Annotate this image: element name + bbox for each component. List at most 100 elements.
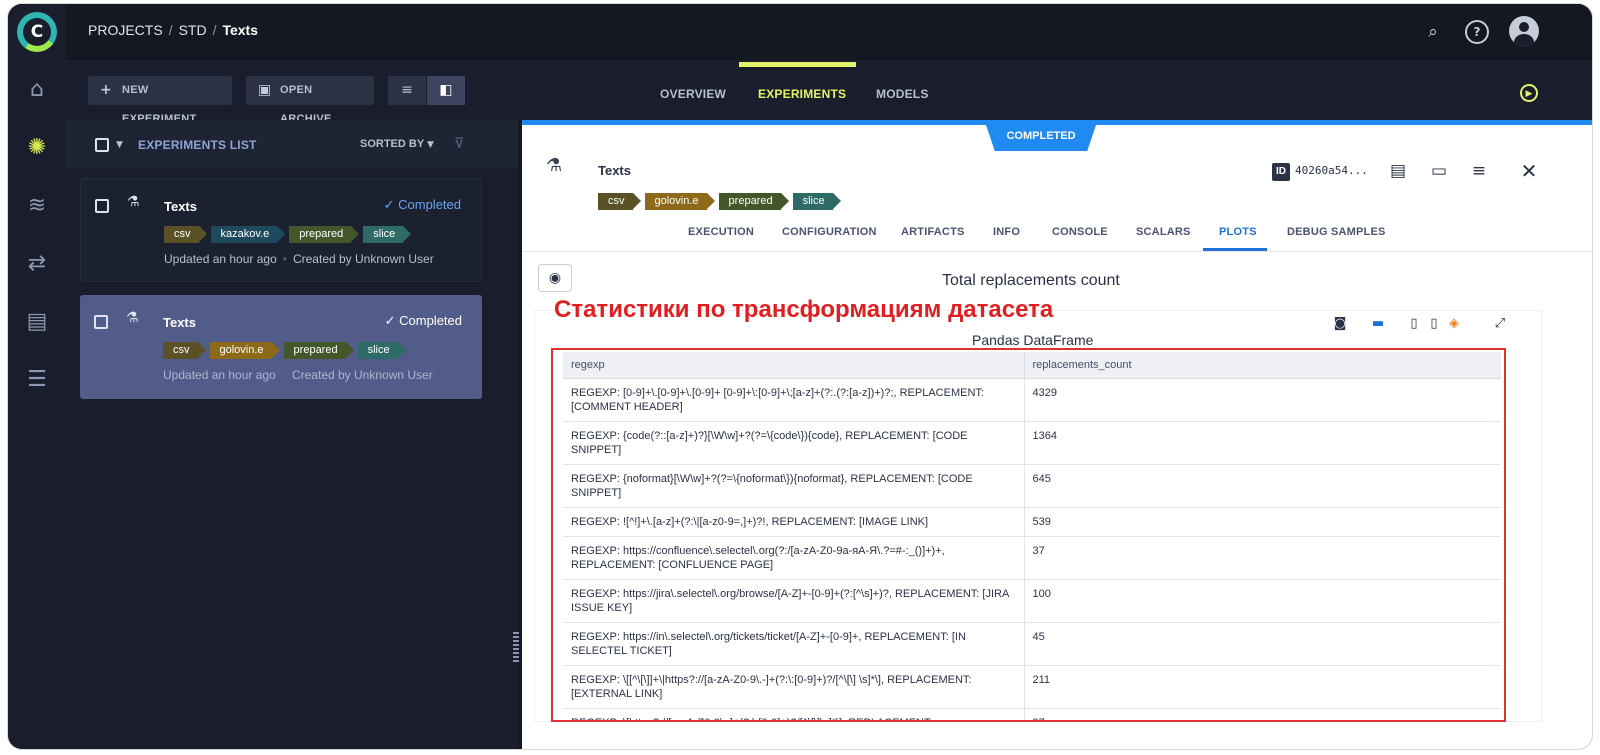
- experiment-card-selected[interactable]: ⚗ Texts ✓ Completed csv golovin.e prepar…: [80, 295, 482, 399]
- table-header-row: regexp replacements_count: [563, 352, 1501, 379]
- search-icon[interactable]: ⌕: [1421, 20, 1445, 44]
- tag[interactable]: slice: [363, 226, 412, 243]
- info-panel-icon[interactable]: ▤: [1387, 161, 1409, 181]
- open-archive-button[interactable]: ▣ OPEN ARCHIVE: [246, 76, 374, 125]
- details-view-icon[interactable]: ◧: [427, 76, 465, 105]
- breadcrumb-projects[interactable]: PROJECTS: [88, 22, 163, 38]
- reports-icon[interactable]: ▤: [23, 308, 51, 336]
- eye-icon[interactable]: ◉: [538, 264, 572, 292]
- count-cell: 645: [1024, 464, 1501, 508]
- close-icon[interactable]: ✕: [1518, 161, 1540, 181]
- tab-overview[interactable]: OVERVIEW: [660, 87, 726, 101]
- experiment-name: Texts: [164, 199, 197, 214]
- list-view-icon[interactable]: ≡: [388, 76, 426, 105]
- breadcrumb-std[interactable]: STD: [179, 22, 207, 38]
- regexp-cell: REGEXP: https://in\.selectel\.org/ticket…: [563, 622, 1025, 666]
- tag[interactable]: slice: [357, 342, 406, 359]
- clearml-logo[interactable]: C: [17, 12, 57, 52]
- tag-icon[interactable]: ▬: [1370, 316, 1386, 332]
- icon-rail: C ⌂ ✺ ≋ ⇄ ▤ ☰: [8, 4, 66, 749]
- row-checkbox[interactable]: [94, 315, 108, 329]
- plot-subtitle: Pandas DataFrame: [972, 332, 1094, 348]
- tab-plots[interactable]: PLOTS: [1219, 226, 1257, 238]
- tab-console[interactable]: CONSOLE: [1052, 226, 1108, 238]
- layers-icon[interactable]: ≋: [23, 192, 51, 220]
- experiment-title: Texts: [598, 163, 631, 178]
- table-row: REGEXP: {noformat}[\W\w]+?(?=\{noformat\…: [563, 464, 1501, 508]
- pipelines-icon[interactable]: ⇄: [23, 250, 51, 278]
- table-row: REGEXP: {code(?::[a-z]+)?}[\W\w]+?(?=\{c…: [563, 421, 1501, 465]
- tag[interactable]: kazakov.e: [210, 226, 285, 243]
- row-checkbox[interactable]: [95, 199, 109, 213]
- breadcrumb: PROJECTS / STD / Texts: [88, 22, 259, 38]
- breadcrumb-current: Texts: [222, 22, 259, 38]
- tag[interactable]: prepared: [718, 193, 789, 210]
- tag[interactable]: prepared: [283, 342, 354, 359]
- datasets-icon[interactable]: ☰: [23, 366, 51, 394]
- tab-info[interactable]: INFO: [993, 226, 1020, 238]
- experiment-id[interactable]: ID 40260a54...: [1272, 162, 1368, 181]
- camera-icon[interactable]: ◙: [1332, 316, 1348, 332]
- regexp-cell: REGEXP: {code(?::[a-z]+)?}[\W\w]+?(?=\{c…: [563, 421, 1025, 465]
- tab-models[interactable]: MODELS: [876, 87, 929, 101]
- help-icon[interactable]: ?: [1465, 20, 1489, 44]
- tab-experiments[interactable]: EXPERIMENTS: [758, 87, 846, 101]
- new-experiment-button[interactable]: + NEW EXPERIMENT: [88, 76, 232, 125]
- tag[interactable]: slice: [792, 193, 841, 210]
- count-cell: 539: [1024, 507, 1501, 537]
- table-row: REGEXP: https://confluence\.selectel\.or…: [563, 536, 1501, 580]
- count-cell: 97: [1024, 708, 1501, 720]
- archive-icon: ▣: [258, 82, 272, 98]
- tab-execution[interactable]: EXECUTION: [688, 226, 754, 238]
- user-avatar-icon[interactable]: [1509, 16, 1539, 46]
- select-all-checkbox[interactable]: [95, 138, 109, 152]
- chevron-down-icon[interactable]: ▼: [116, 140, 123, 150]
- tab-debug-samples[interactable]: DEBUG SAMPLES: [1287, 226, 1386, 238]
- table-row: REGEXP: https://in\.selectel\.org/ticket…: [563, 622, 1501, 666]
- chart-view-icon[interactable]: ▭: [1428, 161, 1450, 181]
- sync-icon[interactable]: ▶: [1520, 84, 1538, 102]
- status-badge: ✓ Completed: [384, 313, 462, 328]
- tag[interactable]: golovin.e: [209, 342, 280, 359]
- regexp-cell: REGEXP: [0-9]+\.[0-9]+\.[0-9]+ [0-9]+\:[…: [563, 378, 1025, 422]
- regexp-cell: REGEXP: {noformat}[\W\w]+?(?=\{noformat\…: [563, 464, 1025, 508]
- nav-active-indicator: [739, 62, 856, 67]
- home-icon[interactable]: ⌂: [23, 76, 51, 104]
- experiment-card[interactable]: ⚗ Texts ✓ Completed csv kazakov.e prepar…: [80, 178, 482, 282]
- plus-icon: +: [100, 82, 113, 98]
- app-window: C ⌂ ✺ ≋ ⇄ ▤ ☰ PROJECTS / STD / Texts ⌕ ? + NE…: [8, 4, 1592, 749]
- column-header: replacements_count: [1024, 352, 1501, 379]
- tab-configuration[interactable]: CONFIGURATION: [782, 226, 877, 238]
- tag[interactable]: prepared: [289, 226, 360, 243]
- status-ribbon: COMPLETED: [986, 125, 1096, 151]
- regexp-cell: REGEXP: ![^!]+\.[a-z]+(?:\|[a-z0-9=,]+)?…: [563, 507, 1025, 537]
- expand-icon[interactable]: ⤢: [1492, 316, 1508, 332]
- regexp-cell: REGEXP: https://confluence\.selectel\.or…: [563, 536, 1025, 580]
- status-badge: ✓ Completed: [383, 197, 461, 212]
- tab-artifacts[interactable]: ARTIFACTS: [901, 226, 965, 238]
- csv-download-icon[interactable]: ▯: [1406, 316, 1422, 332]
- dataframe-table: regexp replacements_count REGEXP: [0-9]+…: [563, 352, 1501, 720]
- top-bar: PROJECTS / STD / Texts ⌕ ?: [66, 4, 1592, 60]
- html-download-icon[interactable]: ◈: [1446, 316, 1462, 332]
- plot-title: Total replacements count: [942, 272, 1120, 289]
- tag[interactable]: golovin.e: [644, 193, 715, 210]
- tag[interactable]: csv: [598, 193, 640, 210]
- column-header: regexp: [563, 352, 1025, 379]
- list-header: ▼ EXPERIMENTS LIST SORTED BY ▼ ⊽: [66, 120, 518, 168]
- filter-icon[interactable]: ⊽: [454, 136, 464, 152]
- count-cell: 4329: [1024, 378, 1501, 422]
- menu-icon[interactable]: ≡: [1468, 161, 1490, 181]
- json-download-icon[interactable]: ▯: [1426, 316, 1442, 332]
- resize-handle[interactable]: [513, 632, 519, 662]
- experiment-name: Texts: [163, 315, 196, 330]
- flask-icon: ⚗: [127, 194, 140, 210]
- tab-scalars[interactable]: SCALARS: [1136, 226, 1191, 238]
- regexp-cell: REGEXP: https://jira\.selectel\.org/brow…: [563, 579, 1025, 623]
- tag[interactable]: csv: [164, 226, 206, 243]
- brain-icon[interactable]: ✺: [23, 134, 51, 162]
- tag[interactable]: csv: [163, 342, 205, 359]
- sorted-by-dropdown[interactable]: SORTED BY ▼: [360, 138, 434, 150]
- regexp-cell: REGEXP: \[[^\[\]]+\|https?://[a-zA-Z0-9\…: [563, 665, 1025, 709]
- annotation-text: Статистики по трансформациям датасета: [554, 296, 1054, 323]
